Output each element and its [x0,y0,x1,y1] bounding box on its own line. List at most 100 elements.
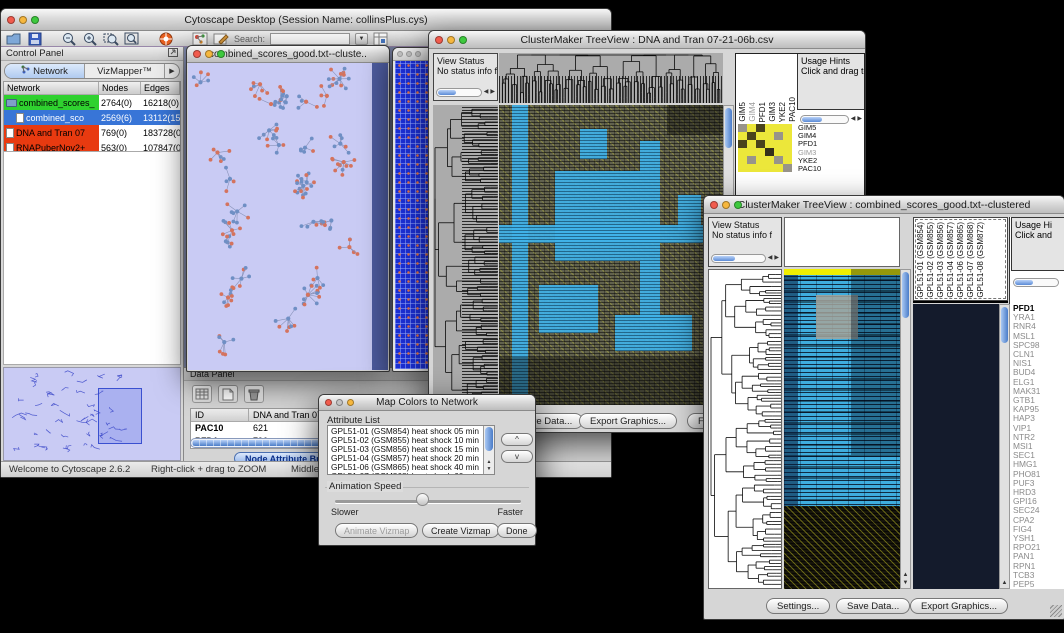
network-table-row[interactable]: DNA and Tran 07769(0)183728(0) [4,125,180,140]
minimize-button[interactable] [205,50,213,58]
zoom-fit-icon[interactable] [124,32,140,46]
zoomed-heatmap-vscrollbar[interactable]: ▲ [999,304,1010,589]
column-dendrogram[interactable] [499,53,723,103]
help-lifering-icon[interactable] [158,32,174,46]
scroll-right-icon[interactable]: ▶ [857,115,862,124]
vscrollbar-thumb[interactable] [902,272,909,318]
dialog-titlebar[interactable]: Map Colors to Network [319,395,535,411]
scroll-down-icon[interactable]: ▼ [901,579,910,587]
row-dendrogram[interactable] [708,269,782,589]
scroll-up-icon[interactable]: ▲ [484,459,494,466]
attribute-item[interactable]: GPL51-07 (GSM868) heat shock 60 min [331,472,482,475]
zoom-in-icon[interactable] [82,32,98,46]
save-icon[interactable] [27,32,43,46]
col-network[interactable]: Network [4,82,99,94]
save-data-button[interactable]: Save Data... [836,598,910,614]
close-button[interactable] [710,201,718,209]
selected-column-labels[interactable]: GPL51-01 (GSM854)GPL51-02 (GSM855)GPL51-… [913,217,1008,301]
scrollbar-track[interactable] [436,88,482,97]
treeview1-titlebar[interactable]: ClusterMaker TreeView : DNA and Tran 07-… [429,31,865,49]
new-attribute-icon[interactable] [218,385,238,403]
scrollbar-thumb[interactable] [802,117,822,122]
col-id[interactable]: ID [191,409,249,421]
usage-hints-scrollbar[interactable] [1013,277,1059,288]
minimize-button[interactable] [722,201,730,209]
zoom-button[interactable] [31,16,39,24]
vscrollbar-thumb[interactable] [1001,307,1008,343]
create-vizmap-button[interactable]: Create Vizmap [422,523,499,538]
scrollbar-thumb[interactable] [438,90,456,95]
settings-button[interactable]: Settings... [766,598,830,614]
search-dropdown-button[interactable]: ▼ [355,33,368,45]
search-input[interactable] [270,33,350,45]
annotation-icon[interactable] [213,32,229,46]
zoom-selected-icon[interactable] [103,32,119,46]
vscrollbar-thumb[interactable] [725,108,732,148]
attribute-table-icon[interactable] [373,32,389,46]
minimize-button[interactable] [406,51,412,57]
global-heatmap[interactable] [499,105,723,405]
birdseye-view[interactable] [3,367,181,461]
scroll-left-icon[interactable]: ◀ [484,88,489,97]
move-up-button[interactable]: ^ [501,433,533,446]
zoom-button[interactable] [217,50,225,58]
zoom-button[interactable] [415,51,421,57]
vscrollbar-thumb[interactable] [485,427,493,451]
row-dendrogram[interactable] [433,105,498,405]
zoom-out-icon[interactable] [61,32,77,46]
network-table-row[interactable]: combined_sco2569(6)13112(15) [4,110,180,125]
delete-attribute-icon[interactable] [244,385,264,403]
network-canvas[interactable] [188,63,372,370]
close-button[interactable] [397,51,403,57]
zoomed-heatmap[interactable] [913,304,999,589]
view-status-scrollbar[interactable]: ◀ ▶ [436,87,495,98]
export-graphics-button[interactable]: Export Graphics... [579,413,677,429]
done-button[interactable]: Done [497,523,537,538]
scroll-down-icon[interactable]: ▼ [484,466,494,473]
open-folder-icon[interactable] [6,32,22,46]
col-nodes[interactable]: Nodes [99,82,141,94]
zoom-button[interactable] [347,399,354,406]
network-view-titlebar[interactable]: combined_scores_good.txt--cluste... [187,46,389,63]
vizmap-icon[interactable] [192,32,208,46]
move-down-button[interactable]: v [501,450,533,463]
scroll-up-icon[interactable]: ▲ [901,571,910,579]
minimize-button[interactable] [447,36,455,44]
tab-network[interactable]: Network [5,64,85,78]
scroll-right-icon[interactable]: ▶ [774,254,779,263]
minimize-button[interactable] [336,399,343,406]
global-heatmap[interactable] [784,269,900,589]
column-dendrogram-area[interactable] [784,217,900,267]
scroll-left-icon[interactable]: ◀ [851,115,856,124]
close-button[interactable] [7,16,15,24]
zoom-button[interactable] [734,201,742,209]
select-attributes-icon[interactable] [192,385,212,403]
scrollbar-thumb[interactable] [713,256,735,261]
close-button[interactable] [435,36,443,44]
tab-vizmapper[interactable]: VizMapper™ [85,64,165,78]
export-graphics-button[interactable]: Export Graphics... [910,598,1008,614]
col-edges[interactable]: Edges [141,82,180,94]
main-titlebar[interactable]: Cytoscape Desktop (Session Name: collins… [1,9,611,31]
scroll-left-icon[interactable]: ◀ [768,254,773,263]
treeview2-titlebar[interactable]: ClusterMaker TreeView : combined_scores_… [704,196,1064,214]
submatrix-heatmap[interactable] [738,124,792,172]
close-button[interactable] [193,50,201,58]
scrollbar-track[interactable] [1013,278,1059,287]
view-status-scrollbar[interactable]: ◀ ▶ [711,253,779,264]
tab-overflow-arrow[interactable]: ▶ [165,64,179,78]
close-button[interactable] [325,399,332,406]
scrollbar-thumb[interactable] [1015,280,1033,285]
resize-grip[interactable] [1050,605,1062,617]
gene-label-list[interactable]: PFD1YRA1RNR4MSL1SPC98CLN1NIS1BUD4ELG1MAK… [1013,304,1064,589]
minimize-button[interactable] [19,16,27,24]
speed-slider-thumb[interactable] [416,493,429,506]
animate-vizmap-button[interactable]: Animate Vizmap [335,523,418,538]
float-panel-icon[interactable] [168,48,178,60]
scrollbar-track[interactable] [711,254,766,263]
attribute-listbox[interactable]: GPL51-01 (GSM854) heat shock 05 minGPL51… [327,425,495,475]
network-table-row[interactable]: combined_scores_2764(0)16218(0) [4,95,180,110]
heatmap-vscrollbar[interactable]: ▲ ▼ [900,269,911,589]
listbox-vscrollbar[interactable]: ▲ ▼ [483,426,494,474]
zoom-button[interactable] [459,36,467,44]
